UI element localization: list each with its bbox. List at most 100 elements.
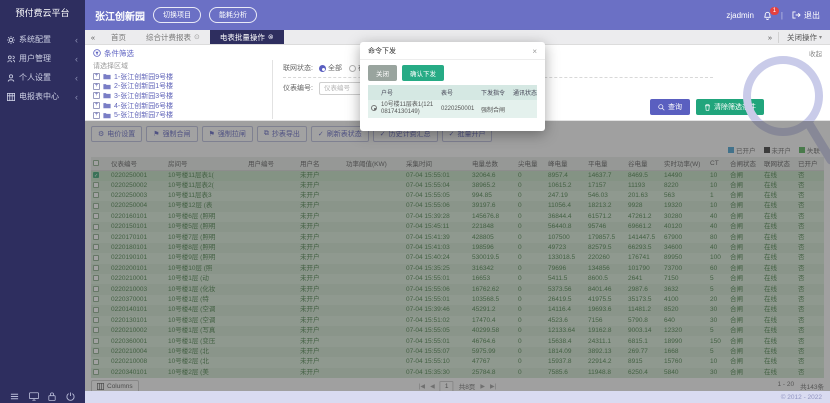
tree-node[interactable]: 3-张江创新园3号楼 xyxy=(93,91,272,101)
expand-tabs-icon[interactable] xyxy=(768,33,772,42)
command-row[interactable]: 10号楼11层表1(12108174130149) 0220250001 强制合… xyxy=(368,100,537,118)
clear-filters-button[interactable]: 清除筛选条件 xyxy=(696,99,764,115)
tree-node[interactable]: 4-张江创新园6号楼 xyxy=(93,101,272,111)
sidebar-item-report-center[interactable]: 电报表中心 xyxy=(0,87,85,106)
command-cmd-cell: 强制合闸 xyxy=(478,100,510,118)
app-logo-title: 预付费云平台 xyxy=(0,0,85,26)
filter-fields: 联网状态: 全部 在线 失联 合闸状态: xyxy=(273,60,822,119)
search-button[interactable]: 查询 xyxy=(650,99,690,115)
tab-close-icon[interactable] xyxy=(268,33,274,41)
search-icon xyxy=(658,104,665,111)
command-table: 户号 表号 下发指令 通讯状态 10号楼11层表1(12108174130149… xyxy=(368,85,537,118)
expand-icon[interactable] xyxy=(93,102,100,109)
modal-actions: 关闭 确认下发 xyxy=(360,60,545,85)
search-button-label: 查询 xyxy=(668,102,682,112)
tree-node[interactable]: 5-张江创新园7号楼 xyxy=(93,110,272,119)
project-name: 张江创新园 xyxy=(95,8,145,23)
sidebar-item-label: 个人设置 xyxy=(19,72,51,83)
tree-node[interactable]: 1-张江创新园9号楼 xyxy=(93,72,272,82)
modal-close-icon[interactable] xyxy=(532,48,537,55)
filter-actions: 查询 清除筛选条件 xyxy=(650,99,764,115)
notification-bell[interactable]: 1 xyxy=(763,11,772,20)
sidebar-menu: 系统配置 用户管理 个人设置 电报表中心 xyxy=(0,26,85,106)
tab-billing-report[interactable]: 综合计费报表 xyxy=(136,30,210,44)
command-account-cell: 10号楼11层表1(12108174130149) xyxy=(378,100,438,118)
chevron-left-icon xyxy=(75,92,78,102)
command-col-header: 下发指令 xyxy=(478,85,510,100)
region-tree-list: 1-张江创新园9号楼 2-张江创新园1号楼 3-张江创新园3号楼 4-张江创新园… xyxy=(93,72,272,119)
close-operations-dropdown[interactable]: 关闭操作 xyxy=(778,32,822,43)
grid-icon xyxy=(7,93,15,101)
users-icon xyxy=(7,55,15,63)
collapse-filter-link[interactable]: 收起 xyxy=(809,48,822,58)
filter-title-label: 条件筛选 xyxy=(104,48,134,59)
sidebar-item-user-management[interactable]: 用户管理 xyxy=(0,49,85,68)
command-status-cell xyxy=(510,100,537,118)
switch-project-button[interactable]: 切换项目 xyxy=(153,7,201,23)
tree-node-label: 3-张江创新园3号楼 xyxy=(114,91,173,101)
username[interactable]: zjadmin xyxy=(726,11,754,20)
sidebar-item-personal-settings[interactable]: 个人设置 xyxy=(0,68,85,87)
expand-icon[interactable] xyxy=(93,73,100,80)
chevron-left-icon xyxy=(75,54,78,64)
radio-col xyxy=(368,85,378,100)
logout-label: 退出 xyxy=(804,10,820,21)
close-operations-label: 关闭操作 xyxy=(787,32,817,43)
lock-icon[interactable] xyxy=(48,392,56,401)
row-radio-icon[interactable] xyxy=(371,105,377,111)
tree-node-label: 1-张江创新园9号楼 xyxy=(114,72,173,82)
folder-icon xyxy=(103,73,111,80)
folder-icon xyxy=(103,102,111,109)
radio-option[interactable]: 全部 xyxy=(319,63,342,73)
monitor-icon[interactable] xyxy=(29,392,39,401)
tabbar-right: 关闭操作 xyxy=(760,30,830,44)
tree-node-label: 2-张江创新园1号楼 xyxy=(114,81,173,91)
tab-label: 首页 xyxy=(111,32,126,43)
radio-icon xyxy=(319,65,326,72)
clear-filters-label: 清除筛选条件 xyxy=(714,102,756,112)
trash-icon xyxy=(704,104,711,111)
tree-node-label: 5-张江创新园7号楼 xyxy=(114,110,173,119)
filter-title: 条件筛选 xyxy=(93,48,134,59)
tab-meter-batch-ops[interactable]: 电表批量操作 xyxy=(210,30,284,44)
meter-col-header: 表号 xyxy=(438,85,478,100)
sidebar-item-label: 用户管理 xyxy=(19,53,51,64)
chevron-left-icon xyxy=(75,35,78,45)
expand-icon[interactable] xyxy=(93,83,100,90)
logout-icon xyxy=(792,11,801,19)
divider: | xyxy=(781,11,783,20)
modal-close-button[interactable]: 关闭 xyxy=(368,65,397,81)
copyright-bar: © 2012 - 2022 xyxy=(85,391,830,403)
menu-icon[interactable] xyxy=(10,392,19,401)
expand-icon[interactable] xyxy=(93,112,100,119)
radio-icon xyxy=(349,65,356,72)
modal-confirm-button[interactable]: 确认下发 xyxy=(402,65,444,81)
sidebar: 预付费云平台 系统配置 用户管理 个人设置 电报表中心 xyxy=(0,0,85,403)
notification-badge: 1 xyxy=(770,7,779,15)
folder-icon xyxy=(103,92,111,99)
energy-analysis-button[interactable]: 能耗分析 xyxy=(209,7,257,23)
chevron-left-icon xyxy=(75,73,78,83)
folder-icon xyxy=(103,112,111,119)
sidebar-item-label: 系统配置 xyxy=(19,34,51,45)
tab-label: 综合计费报表 xyxy=(146,32,191,43)
tree-node[interactable]: 2-张江创新园1号楼 xyxy=(93,82,272,92)
tab-home[interactable]: 首页 xyxy=(101,30,136,44)
modal-title: 命令下发 xyxy=(368,46,396,56)
account-col-header: 户号 xyxy=(378,85,438,100)
modal-header: 命令下发 xyxy=(360,42,545,60)
tree-node-label: 4-张江创新园6号楼 xyxy=(114,101,173,111)
collapse-tabs-icon[interactable] xyxy=(85,30,101,44)
region-tree-label: 请选择区域 xyxy=(93,61,272,71)
expand-icon[interactable] xyxy=(93,92,100,99)
sidebar-item-system-config[interactable]: 系统配置 xyxy=(0,30,85,49)
folder-icon xyxy=(103,83,111,90)
logout-button[interactable]: 退出 xyxy=(792,10,820,21)
top-header: 张江创新园 切换项目 能耗分析 zjadmin 1 | 退出 xyxy=(85,0,830,30)
command-row-select xyxy=(368,100,378,118)
tab-close-icon[interactable] xyxy=(194,33,200,41)
power-icon[interactable] xyxy=(66,392,75,401)
user-icon xyxy=(7,74,15,82)
tab-label: 电表批量操作 xyxy=(220,32,265,43)
header-right: zjadmin 1 | 退出 xyxy=(726,10,820,21)
